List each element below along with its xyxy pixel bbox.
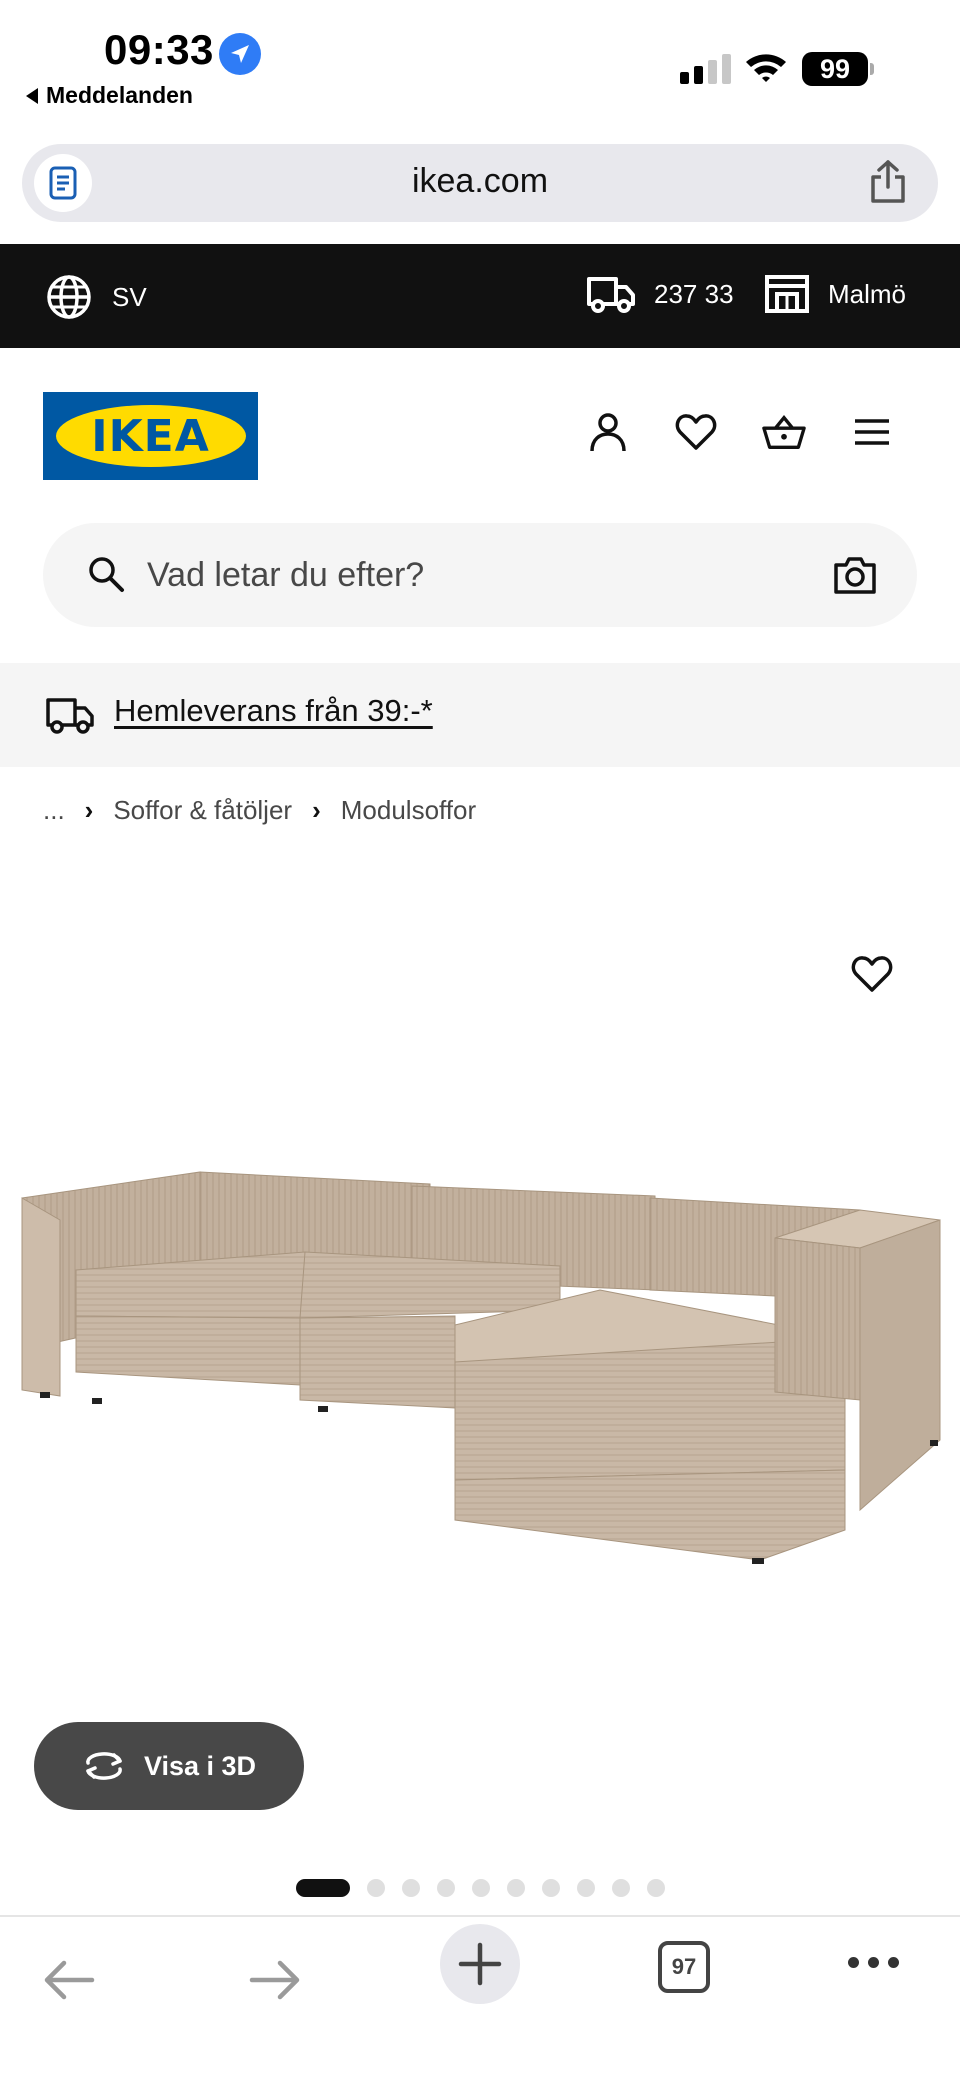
add-to-favourites-button[interactable] bbox=[848, 950, 896, 998]
carousel-dot[interactable] bbox=[437, 1879, 455, 1897]
heart-icon bbox=[851, 956, 893, 992]
breadcrumb: ... › Soffor & fåtöljer › Modulsoffor bbox=[43, 795, 476, 826]
truck-icon bbox=[45, 695, 95, 740]
ikea-logo[interactable]: IKEA bbox=[43, 392, 258, 480]
home-delivery-link[interactable]: Hemleverans från 39:-* bbox=[114, 693, 433, 729]
address-bar[interactable]: ikea.com bbox=[22, 144, 938, 222]
status-time: 09:33 bbox=[104, 26, 214, 73]
breadcrumb-sofas[interactable]: Soffor & fåtöljer bbox=[113, 795, 292, 826]
carousel-dot[interactable] bbox=[402, 1879, 420, 1897]
more-icon[interactable] bbox=[848, 1957, 899, 1968]
carousel-dot[interactable] bbox=[367, 1879, 385, 1897]
rotate-3d-icon bbox=[86, 1752, 122, 1780]
heart-icon[interactable] bbox=[674, 410, 718, 454]
carousel-dot[interactable] bbox=[296, 1879, 350, 1897]
language-selector[interactable]: SV bbox=[46, 274, 147, 320]
back-to-app-link[interactable]: Meddelanden bbox=[26, 82, 193, 109]
chevron-right-icon: › bbox=[312, 795, 321, 825]
store-selector[interactable]: Malmö bbox=[764, 274, 906, 314]
battery-nub bbox=[870, 63, 874, 75]
wifi-icon bbox=[744, 50, 788, 89]
chevron-right-icon: › bbox=[84, 795, 94, 825]
forward-arrow-icon[interactable] bbox=[248, 1959, 302, 2006]
battery-icon: 99 bbox=[802, 52, 868, 86]
tabs-button[interactable]: 97 bbox=[658, 1941, 710, 1993]
search-bar bbox=[43, 523, 917, 627]
delivery-banner: Hemleverans från 39:-* bbox=[0, 663, 960, 767]
language-label: SV bbox=[112, 281, 147, 312]
product-image-sofa[interactable] bbox=[0, 1140, 960, 1580]
logo-text: IKEA bbox=[91, 410, 210, 462]
share-icon[interactable] bbox=[868, 159, 908, 210]
back-app-label: Meddelanden bbox=[46, 82, 193, 108]
camera-search-icon[interactable] bbox=[833, 555, 877, 600]
utility-bar: SV 237 33 Malmö bbox=[0, 244, 960, 348]
globe-icon bbox=[47, 275, 91, 319]
carousel-dot[interactable] bbox=[647, 1879, 665, 1897]
carousel-dot[interactable] bbox=[472, 1879, 490, 1897]
store-label: Malmö bbox=[828, 278, 907, 309]
truck-icon bbox=[587, 277, 635, 313]
cellular-signal-icon bbox=[680, 54, 731, 84]
menu-icon[interactable] bbox=[850, 410, 894, 454]
store-icon bbox=[765, 275, 809, 313]
basket-icon[interactable] bbox=[762, 410, 806, 454]
image-carousel-dots bbox=[296, 1879, 665, 1897]
carousel-dot[interactable] bbox=[507, 1879, 525, 1897]
zip-label: 237 33 bbox=[654, 278, 734, 309]
view-in-3d-button[interactable]: Visa i 3D bbox=[34, 1722, 304, 1810]
delivery-zip-selector[interactable]: 237 33 bbox=[586, 274, 734, 314]
breadcrumb-ellipsis[interactable]: ... bbox=[43, 795, 65, 826]
back-arrow-icon[interactable] bbox=[42, 1959, 96, 2006]
user-icon[interactable] bbox=[586, 410, 630, 454]
back-triangle-icon bbox=[26, 87, 38, 104]
new-tab-button[interactable] bbox=[440, 1924, 520, 2004]
search-input[interactable] bbox=[147, 547, 747, 603]
plus-icon bbox=[458, 1942, 502, 1986]
browser-toolbar: 97 bbox=[0, 1915, 960, 2086]
breadcrumb-modular-sofas[interactable]: Modulsoffor bbox=[341, 795, 476, 826]
logo-oval: IKEA bbox=[55, 405, 246, 467]
header-icons bbox=[586, 410, 894, 454]
carousel-dot[interactable] bbox=[577, 1879, 595, 1897]
url-text[interactable]: ikea.com bbox=[22, 162, 938, 201]
ios-status-bar: 09:33 Meddelanden 99 bbox=[0, 0, 960, 130]
location-arrow-icon bbox=[219, 33, 261, 75]
carousel-dot[interactable] bbox=[542, 1879, 560, 1897]
search-icon bbox=[87, 555, 125, 598]
view-in-3d-label: Visa i 3D bbox=[143, 1750, 257, 1781]
carousel-dot[interactable] bbox=[612, 1879, 630, 1897]
